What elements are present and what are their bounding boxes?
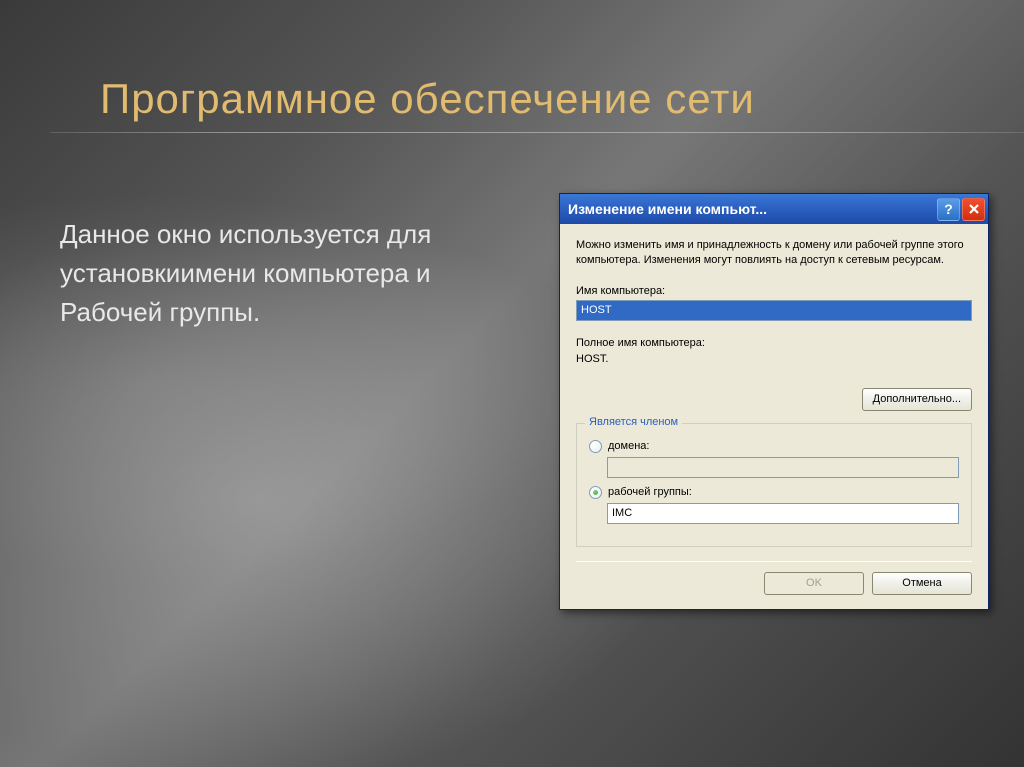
domain-radio[interactable] — [589, 440, 602, 453]
cancel-button[interactable]: Отмена — [872, 572, 972, 595]
full-name-value: HOST. — [576, 351, 972, 368]
dialog-info-text: Можно изменить имя и принадлежность к до… — [576, 238, 972, 269]
fieldset-legend: Является членом — [585, 416, 682, 428]
slide-body-text: Данное окно используется для установкиим… — [60, 215, 510, 332]
full-name-label: Полное имя компьютера: — [576, 335, 972, 352]
slide-title: Программное обеспечение сети — [100, 75, 974, 123]
computer-name-label: Имя компьютера: — [576, 285, 972, 297]
dialog-title: Изменение имени компьют... — [568, 201, 937, 217]
member-of-fieldset: Является членом домена: рабочей группы: — [576, 423, 972, 547]
workgroup-radio[interactable] — [589, 486, 602, 499]
help-button[interactable]: ? — [937, 198, 960, 221]
domain-radio-row[interactable]: домена: — [589, 440, 959, 453]
workgroup-input[interactable] — [607, 503, 959, 524]
dialog-content: Можно изменить имя и принадлежность к до… — [560, 224, 988, 609]
domain-radio-label: домена: — [608, 440, 649, 452]
close-icon — [968, 203, 980, 215]
title-underline — [50, 132, 1024, 133]
workgroup-radio-label: рабочей группы: — [608, 486, 692, 498]
workgroup-radio-row[interactable]: рабочей группы: — [589, 486, 959, 499]
close-button[interactable] — [962, 198, 985, 221]
computer-name-input[interactable] — [576, 300, 972, 321]
ok-button[interactable]: OK — [764, 572, 864, 595]
dialog-titlebar[interactable]: Изменение имени компьют... ? — [560, 194, 988, 224]
divider — [576, 561, 972, 562]
additional-button[interactable]: Дополнительно... — [862, 388, 972, 411]
domain-input[interactable] — [607, 457, 959, 478]
computer-name-dialog: Изменение имени компьют... ? Можно измен… — [559, 193, 989, 610]
